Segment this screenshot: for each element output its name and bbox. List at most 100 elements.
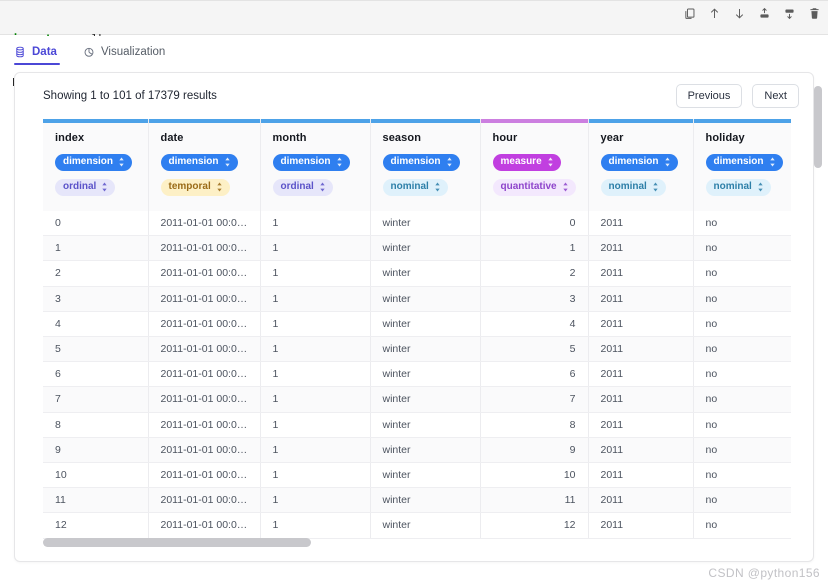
tab-data[interactable]: Data bbox=[0, 43, 69, 65]
table-row: 3 2011-01-01 00:00:00 1 winter 3 2011 no bbox=[43, 286, 791, 312]
sort-toggle-icon[interactable] bbox=[101, 182, 108, 192]
cell-date: 2011-01-01 00:00:00 bbox=[148, 412, 261, 438]
cell-date: 2011-01-01 00:00:00 bbox=[148, 286, 261, 312]
cell-index: 9 bbox=[43, 437, 149, 464]
cell-index: 3 bbox=[43, 286, 149, 312]
cell-year: 2011 bbox=[588, 235, 694, 262]
cell-season: winter bbox=[370, 386, 481, 413]
cell-year: 2011 bbox=[588, 336, 694, 363]
cell-year: 2011 bbox=[588, 386, 694, 413]
column-role-label: dimension bbox=[608, 156, 659, 167]
sort-toggle-icon[interactable] bbox=[216, 182, 223, 192]
column-role-badge[interactable]: dimension bbox=[382, 154, 460, 171]
cell-year: 2011 bbox=[588, 412, 694, 438]
page-vertical-scrollbar-thumb[interactable] bbox=[814, 86, 822, 168]
cell-index: 5 bbox=[43, 336, 149, 363]
cell-index: 12 bbox=[43, 512, 149, 539]
notebook-code-cell[interactable]: import pygwalker as pyg pyg.walk(df, hid… bbox=[0, 0, 828, 87]
insert-cell-below-icon[interactable] bbox=[782, 6, 797, 21]
delete-cell-icon[interactable] bbox=[807, 6, 822, 21]
cell-season: winter bbox=[370, 437, 481, 464]
copy-cell-icon[interactable] bbox=[682, 6, 697, 21]
cell-index: 10 bbox=[43, 462, 149, 489]
sort-toggle-icon[interactable] bbox=[336, 157, 343, 167]
column-header-date[interactable]: date dimension temporal bbox=[148, 119, 261, 211]
cell-date: 2011-01-01 00:00:00 bbox=[148, 211, 261, 237]
cell-index: 2 bbox=[43, 260, 149, 287]
sort-toggle-icon[interactable] bbox=[224, 157, 231, 167]
cell-holiday: no bbox=[693, 235, 791, 262]
sort-toggle-icon[interactable] bbox=[547, 157, 554, 167]
column-semantic-type-badge[interactable]: nominal bbox=[382, 179, 448, 196]
column-role-badge[interactable]: measure bbox=[492, 154, 561, 171]
column-header-index[interactable]: index dimension ordinal bbox=[43, 119, 149, 211]
cell-date: 2011-01-01 00:00:00 bbox=[148, 487, 261, 514]
cell-holiday: no bbox=[693, 512, 791, 539]
table-row: 2 2011-01-01 00:00:00 1 winter 2 2011 no bbox=[43, 260, 791, 287]
cell-month: 1 bbox=[260, 412, 371, 438]
cell-hour: 1 bbox=[480, 235, 589, 262]
sort-toggle-icon[interactable] bbox=[652, 182, 659, 192]
data-table-head: index dimension ordinal date dimension tempor… bbox=[43, 119, 791, 211]
sort-toggle-icon[interactable] bbox=[446, 157, 453, 167]
next-page-button[interactable]: Next bbox=[752, 84, 799, 108]
sort-toggle-icon[interactable] bbox=[769, 157, 776, 167]
cell-hour: 4 bbox=[480, 311, 589, 338]
column-role-badge[interactable]: dimension bbox=[705, 154, 783, 171]
table-horizontal-scrollbar-thumb[interactable] bbox=[43, 538, 311, 547]
insert-cell-above-icon[interactable] bbox=[757, 6, 772, 21]
sort-toggle-icon[interactable] bbox=[757, 182, 764, 192]
cell-date: 2011-01-01 00:00:00 bbox=[148, 260, 261, 287]
cell-hour: 8 bbox=[480, 412, 589, 438]
data-table-container[interactable]: index dimension ordinal date dimension tempor… bbox=[43, 119, 791, 539]
sort-toggle-icon[interactable] bbox=[118, 157, 125, 167]
column-semantic-type-label: quantitative bbox=[500, 181, 557, 192]
column-semantic-type-label: nominal bbox=[608, 181, 647, 192]
cell-month: 1 bbox=[260, 260, 371, 287]
tab-visualization[interactable]: Visualization bbox=[69, 43, 177, 65]
sort-toggle-icon[interactable] bbox=[319, 182, 326, 192]
column-header-month[interactable]: month dimension ordinal bbox=[260, 119, 371, 211]
column-semantic-type-label: nominal bbox=[713, 181, 752, 192]
column-semantic-type-badge[interactable]: nominal bbox=[600, 179, 666, 196]
column-semantic-type-label: ordinal bbox=[63, 181, 97, 192]
cell-season: winter bbox=[370, 286, 481, 312]
column-header-year[interactable]: year dimension nominal bbox=[588, 119, 694, 211]
table-horizontal-scrollbar[interactable] bbox=[43, 538, 791, 547]
column-semantic-type-badge[interactable]: ordinal bbox=[272, 179, 333, 196]
sort-toggle-icon[interactable] bbox=[664, 157, 671, 167]
column-name: index bbox=[55, 132, 85, 144]
column-semantic-type-badge[interactable]: quantitative bbox=[492, 179, 576, 196]
column-role-badge[interactable]: dimension bbox=[55, 154, 133, 171]
sort-toggle-icon[interactable] bbox=[434, 182, 441, 192]
table-row: 6 2011-01-01 00:00:00 1 winter 6 2011 no bbox=[43, 361, 791, 388]
column-role-badge[interactable]: dimension bbox=[272, 154, 350, 171]
column-semantic-type-badge[interactable]: nominal bbox=[705, 179, 771, 196]
cell-hour: 9 bbox=[480, 437, 589, 464]
column-semantic-type-badge[interactable]: temporal bbox=[160, 179, 230, 196]
cell-index: 1 bbox=[43, 235, 149, 262]
column-role-badge[interactable]: dimension bbox=[160, 154, 238, 171]
move-cell-down-icon[interactable] bbox=[732, 6, 747, 21]
cell-season: winter bbox=[370, 235, 481, 262]
previous-page-button[interactable]: Previous bbox=[675, 84, 743, 108]
cell-holiday: no bbox=[693, 361, 791, 388]
cell-holiday: no bbox=[693, 412, 791, 438]
column-role-label: measure bbox=[500, 156, 542, 167]
sort-toggle-icon[interactable] bbox=[562, 182, 569, 192]
cell-date: 2011-01-01 00:00:00 bbox=[148, 437, 261, 464]
column-header-holiday[interactable]: holiday dimension nominal bbox=[693, 119, 791, 211]
cell-year: 2011 bbox=[588, 286, 694, 312]
table-row: 0 2011-01-01 00:00:00 1 winter 0 2011 no bbox=[43, 211, 791, 237]
page-vertical-scrollbar[interactable] bbox=[814, 84, 822, 554]
results-summary: Showing 1 to 101 of 17379 results bbox=[43, 90, 217, 102]
move-cell-up-icon[interactable] bbox=[707, 6, 722, 21]
column-header-hour[interactable]: hour measure quantitative bbox=[480, 119, 589, 211]
column-role-label: dimension bbox=[713, 156, 764, 167]
column-role-badge[interactable]: dimension bbox=[600, 154, 678, 171]
column-header-season[interactable]: season dimension nominal bbox=[370, 119, 481, 211]
table-row: 12 2011-01-01 00:00:00 1 winter 12 2011 no bbox=[43, 512, 791, 539]
cell-season: winter bbox=[370, 487, 481, 514]
column-semantic-type-badge[interactable]: ordinal bbox=[55, 179, 116, 196]
data-panel: Showing 1 to 101 of 17379 results Previo… bbox=[14, 72, 814, 562]
